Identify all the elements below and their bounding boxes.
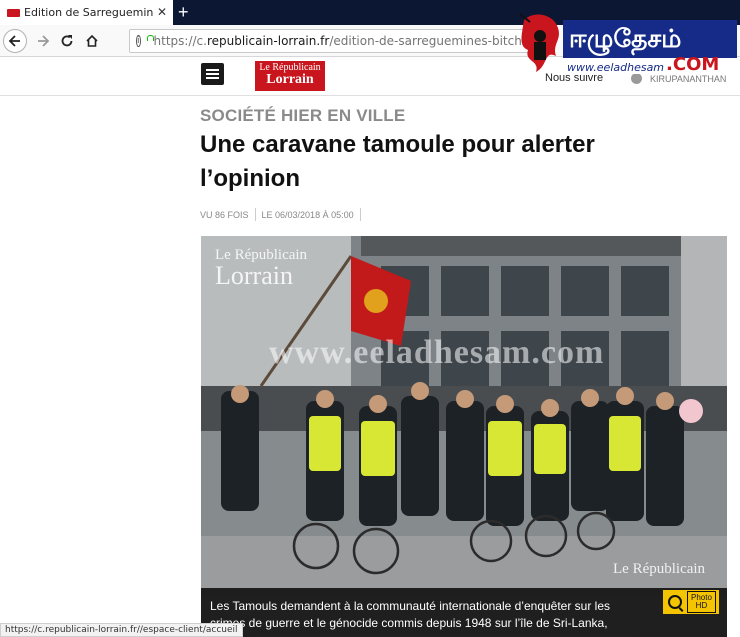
site-favicon-icon bbox=[7, 8, 20, 17]
arrow-left-icon bbox=[8, 35, 20, 47]
reload-button[interactable] bbox=[55, 29, 79, 53]
status-bar-url: https://c.republicain-lorrain.fr//espace… bbox=[0, 623, 243, 637]
watermark-logo: ஈழுதேசம் www.eeladhesam .COM bbox=[514, 6, 737, 78]
photo-logo-bottom: Le Républicain bbox=[613, 561, 706, 577]
divider bbox=[254, 208, 256, 221]
address-bar[interactable]: i https://c.republicain-lorrain.fr/editi… bbox=[129, 29, 529, 53]
forward-button[interactable] bbox=[31, 29, 55, 53]
view-count: VU 86 FOIS bbox=[200, 209, 249, 220]
photo-logo-top: Le Républicain Lorrain bbox=[215, 247, 308, 290]
new-tab-button[interactable]: + bbox=[178, 2, 189, 22]
tab-title: Edition de Sarreguemines Bitche bbox=[24, 6, 154, 19]
home-icon bbox=[86, 34, 98, 47]
tab-close-icon[interactable]: ✕ bbox=[157, 5, 167, 19]
watermark-figure-icon bbox=[519, 13, 559, 73]
photo-watermark: www.eeladhesam.com bbox=[269, 334, 605, 371]
article-photo[interactable]: Le Républicain Lorrain www.eeladhesam.co… bbox=[201, 236, 727, 637]
home-button[interactable] bbox=[80, 29, 104, 53]
article-kicker[interactable]: SOCIÉTÉ HIER EN VILLE bbox=[200, 106, 405, 126]
back-button[interactable] bbox=[3, 29, 27, 53]
watermark-url: www.eeladhesam .COM bbox=[563, 56, 737, 74]
photo-hd-label: Photo HD bbox=[687, 591, 716, 613]
reload-icon bbox=[61, 35, 73, 47]
publish-date: LE 06/03/2018 À 05:00 bbox=[261, 209, 354, 220]
article-meta: VU 86 FOIS LE 06/03/2018 À 05:00 bbox=[200, 208, 367, 221]
arrow-right-icon bbox=[38, 35, 50, 47]
article-headline: Une caravane tamoule pour alerter l’opin… bbox=[200, 131, 595, 192]
photo-hd-button[interactable]: Photo HD bbox=[663, 590, 719, 614]
menu-icon[interactable] bbox=[201, 63, 224, 85]
url-text[interactable]: https://c.republicain-lorrain.fr/edition… bbox=[154, 34, 528, 48]
site-logo[interactable]: Le Républicain Lorrain bbox=[255, 61, 325, 91]
magnifier-icon bbox=[668, 595, 682, 609]
watermark-title: ஈழுதேசம் bbox=[563, 20, 737, 58]
photo-caption: Les Tamouls demandent à la communauté in… bbox=[201, 588, 727, 637]
info-icon[interactable]: i bbox=[136, 35, 141, 47]
browser-tab[interactable]: Edition de Sarreguemines Bitche ✕ bbox=[0, 0, 173, 25]
divider bbox=[359, 208, 361, 221]
